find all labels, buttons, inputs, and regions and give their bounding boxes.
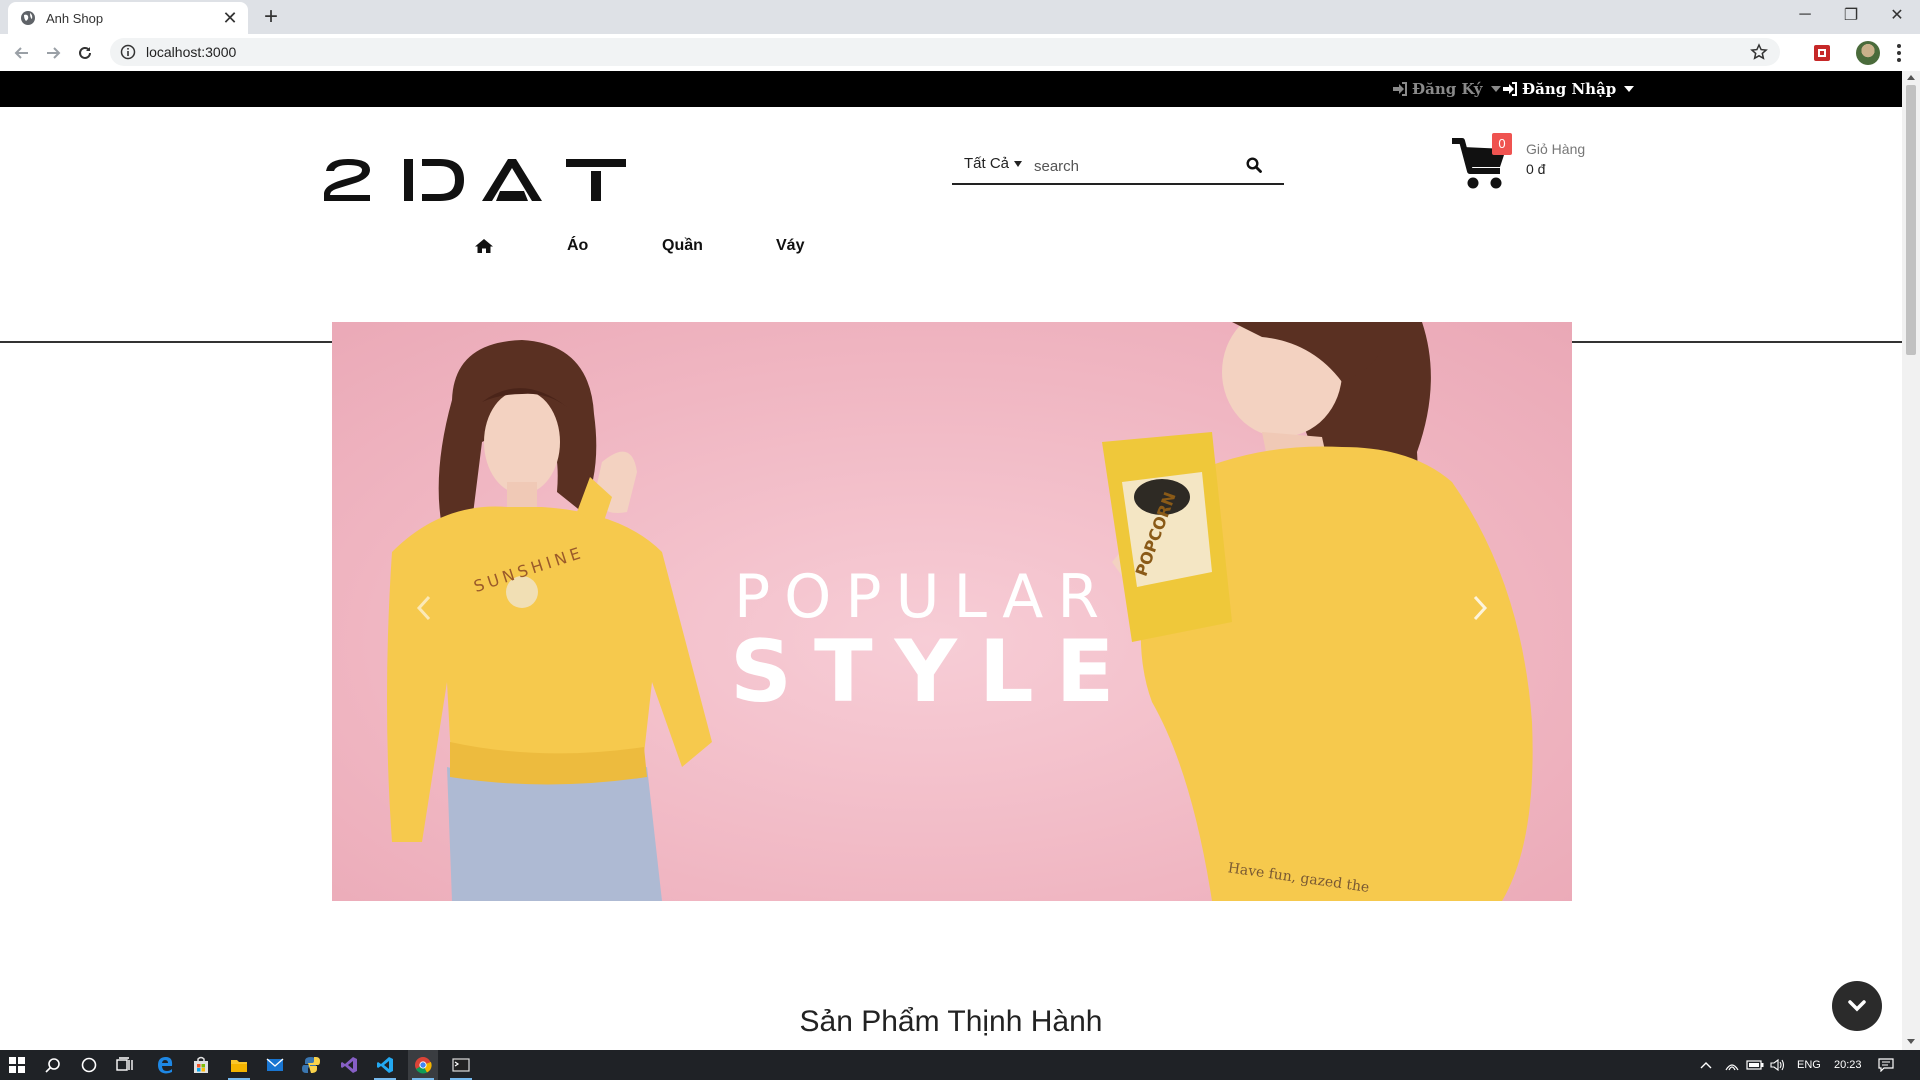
window-close-icon[interactable]: ✕ [1874,0,1920,30]
site-header: Tất Cả 0 Giỏ Hàng 0 đ Áo Quần Váy [0,107,1902,343]
browser-menu-icon[interactable] [1892,42,1906,64]
home-icon [475,239,493,253]
wifi-icon[interactable] [1724,1050,1740,1080]
scroll-down-arrow[interactable] [1907,1039,1915,1044]
file-explorer-icon[interactable] [224,1050,254,1080]
login-label: Đăng Nhập [1522,80,1617,98]
terminal-icon[interactable] [446,1050,476,1080]
close-tab-icon[interactable]: ✕ [218,6,242,30]
python-icon[interactable] [296,1050,326,1080]
carousel-prev-icon[interactable] [416,594,432,622]
bookmark-star-icon[interactable] [1750,43,1768,66]
search-input[interactable] [1032,153,1236,179]
visual-studio-icon[interactable] [334,1050,364,1080]
search-icon[interactable] [38,1050,68,1080]
search-icon[interactable] [1242,153,1266,177]
scroll-up-arrow[interactable] [1907,75,1915,80]
windows-start-icon[interactable] [2,1050,32,1080]
reload-icon[interactable] [71,39,99,67]
url-text[interactable]: localhost:3000 [146,44,236,60]
edge-icon[interactable] [150,1050,180,1080]
new-tab-button[interactable]: + [258,4,284,30]
search-bar: Tất Cả [952,143,1284,185]
tab-title: Anh Shop [46,10,104,26]
mail-icon[interactable] [260,1050,290,1080]
caret-down-icon [1014,160,1023,167]
page-viewport: Đăng Ký Đăng Nhập Tất Cả search 0 Giỏ Hà… [0,71,1902,1050]
register-label: Đăng Ký [1412,80,1483,98]
extension-icon[interactable] [1812,43,1832,63]
chrome-icon[interactable] [408,1050,438,1080]
back-icon[interactable] [8,39,36,67]
nav-item-ao[interactable]: Áo [567,231,588,261]
notification-icon[interactable] [1878,1050,1894,1080]
section-title: Sản Phẩm Thịnh Hành [799,1005,1103,1038]
browser-tab[interactable]: Anh Shop ✕ [8,2,248,34]
store-icon[interactable] [186,1050,216,1080]
register-dropdown[interactable]: Đăng Ký [1392,80,1501,98]
search-category-dropdown[interactable]: Tất Cả [964,155,1023,172]
browser-tabstrip: Anh Shop ✕ + ─ ❐ ✕ [0,0,1920,34]
clock-time[interactable]: 20:23 [1834,1050,1862,1080]
nav-item-quan[interactable]: Quần [662,231,703,261]
windows-taskbar: ENG 20:23 [0,1050,1920,1080]
minimize-icon[interactable]: ─ [1782,0,1828,30]
cart-total: 0 đ [1526,161,1546,177]
cart-count-badge: 0 [1492,133,1512,155]
scroll-down-button[interactable] [1832,981,1882,1031]
forward-icon[interactable] [39,39,67,67]
cart-label[interactable]: Giỏ Hàng [1526,141,1585,157]
task-view-icon[interactable] [110,1050,140,1080]
banner-headline-line2: STYLE [730,622,1137,722]
nav-home[interactable] [474,231,494,261]
search-category-label: Tất Cả [964,155,1010,172]
caret-down-icon [1490,86,1501,92]
sign-in-icon [1393,82,1407,96]
battery-icon[interactable] [1746,1050,1764,1080]
vscode-icon[interactable] [370,1050,400,1080]
page-scrollbar[interactable] [1902,71,1920,1050]
info-icon[interactable] [120,44,136,60]
tray-chevron-up-icon[interactable] [1700,1050,1712,1080]
login-dropdown[interactable]: Đăng Nhập [1502,80,1635,98]
address-bar[interactable]: localhost:3000 [110,38,1780,66]
browser-toolbar: localhost:3000 [0,34,1920,72]
input-language[interactable]: ENG [1797,1050,1821,1080]
profile-avatar[interactable] [1856,41,1880,65]
cortana-icon[interactable] [74,1050,104,1080]
caret-down-icon [1624,86,1635,92]
top-bar: Đăng Ký Đăng Nhập [0,71,1902,107]
sign-in-icon [1503,82,1517,96]
carousel-next-icon[interactable] [1472,594,1488,622]
hero-banner: POPCORN SUNSHINE Have fun, gazed the POP… [332,322,1572,901]
nav-item-vay[interactable]: Váy [776,231,804,261]
chevron-down-icon [1848,1000,1866,1012]
globe-icon [20,10,36,26]
scrollbar-thumb[interactable] [1906,85,1916,355]
volume-icon[interactable] [1770,1050,1786,1080]
maximize-icon[interactable]: ❐ [1828,0,1874,30]
site-logo[interactable] [322,157,628,203]
